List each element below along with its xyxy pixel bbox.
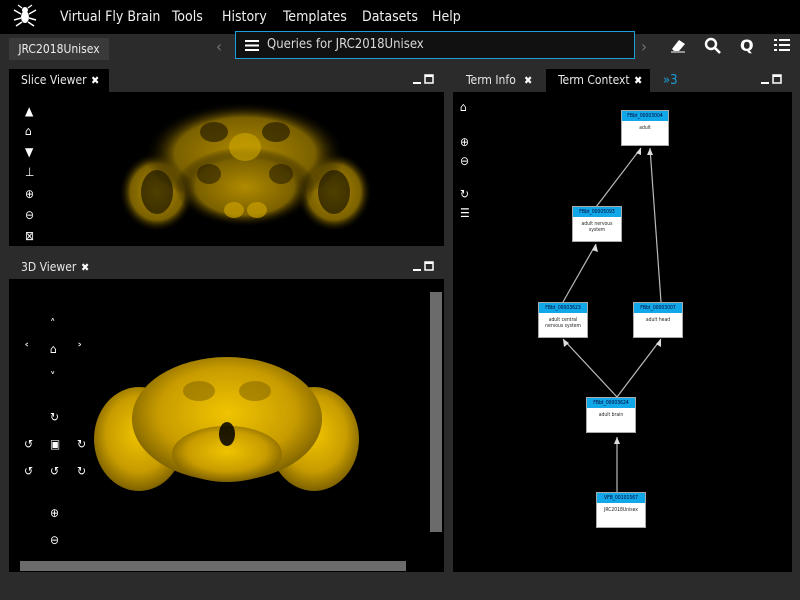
graph-node[interactable]: FBbt_00003624 adult brain <box>586 397 636 433</box>
tab-term-context-label: Term Context <box>558 73 630 87</box>
zoom-in-icon[interactable]: ⊕ <box>25 187 34 201</box>
window-controls[interactable] <box>760 74 782 86</box>
zoom-in-icon[interactable]: ⊕ <box>50 506 59 520</box>
graph-node-label: adult <box>639 125 651 131</box>
rotate-right-icon[interactable]: ↻ <box>77 437 86 451</box>
query-bar-text: Queries for JRC2018Unisex <box>267 37 424 52</box>
graph-node-id: FBbt_00003007 <box>634 303 682 313</box>
home-icon[interactable]: ⌂ <box>460 100 467 114</box>
home-icon[interactable]: ⌂ <box>25 124 32 138</box>
graph-node-label: adult brain <box>598 412 624 418</box>
bottom-strip <box>0 574 800 600</box>
tab-3d-viewer-label: 3D Viewer <box>21 260 77 274</box>
graph-node-label: JRC2018Unisex <box>604 507 638 513</box>
fly-logo-icon[interactable] <box>12 4 38 28</box>
slice-viewer-canvas[interactable] <box>9 92 444 246</box>
close-icon[interactable]: ✖ <box>81 256 89 279</box>
chevron-down-icon[interactable]: ˅ <box>50 370 55 384</box>
search-icon[interactable] <box>703 36 723 54</box>
hamburger-menu-icon[interactable] <box>245 40 259 51</box>
3d-viewer-canvas[interactable] <box>9 279 444 572</box>
close-icon[interactable]: ✖ <box>634 69 642 92</box>
zoom-out-icon[interactable]: ⊖ <box>50 533 59 547</box>
eraser-icon[interactable] <box>668 36 688 54</box>
graph-node-label: adult central nervous system <box>545 317 581 329</box>
brain-3d-render <box>94 357 359 491</box>
horizontal-scrollbar[interactable] <box>20 561 406 571</box>
graph-node[interactable]: FBbt_00003004 adult <box>621 110 669 146</box>
svg-text:Q: Q <box>740 36 754 54</box>
tab-slice-viewer[interactable]: Slice Viewer ✖ <box>9 69 109 92</box>
chevron-right-icon[interactable]: ˃ <box>77 342 82 356</box>
graph-node[interactable]: VFB_00101567 JRC2018Unisex <box>596 492 646 528</box>
brain-slice-image <box>119 102 372 232</box>
graph-node[interactable]: FBbt_00003007 adult head <box>633 302 683 338</box>
graph-node-label: adult nervous system <box>581 221 613 233</box>
tab-overflow[interactable]: »3 <box>663 69 678 92</box>
zoom-in-icon[interactable]: ⊕ <box>460 135 469 149</box>
graph-node-id: VFB_00101567 <box>597 493 645 503</box>
tab-term-info[interactable]: Term Info ✖ <box>454 69 542 92</box>
top-menubar: Virtual Fly Brain Tools History Template… <box>0 0 800 34</box>
graph-node-id: FBbt_00003004 <box>622 111 668 121</box>
zoom-out-icon[interactable]: ⊖ <box>460 154 469 168</box>
slice-toggle-icon[interactable]: ⊠ <box>25 229 34 243</box>
camera-icon[interactable]: ▣ <box>50 437 60 451</box>
window-controls[interactable] <box>412 74 434 86</box>
window-controls[interactable] <box>412 261 434 273</box>
menu-history[interactable]: History <box>222 0 267 34</box>
tab-3d-viewer[interactable]: 3D Viewer ✖ <box>9 256 97 279</box>
menu-datasets[interactable]: Datasets <box>362 0 418 34</box>
rotate-down-left-icon[interactable]: ↺ <box>24 464 33 478</box>
tab-term-context[interactable]: Term Context ✖ <box>546 69 650 92</box>
graph-node-id: FBbt_00003624 <box>587 398 635 408</box>
tab-term-info-label: Term Info <box>466 73 516 87</box>
home-icon[interactable]: ⌂ <box>50 342 57 356</box>
menu-templates[interactable]: Templates <box>283 0 347 34</box>
menu-virtual-fly-brain[interactable]: Virtual Fly Brain <box>60 0 160 34</box>
vertical-scrollbar[interactable] <box>430 292 442 532</box>
rotate-down-icon[interactable]: ↺ <box>50 464 59 478</box>
chevron-up-icon[interactable]: ▲ <box>25 104 33 118</box>
query-icon[interactable]: Q <box>738 36 758 54</box>
hamburger-menu-icon[interactable]: ☰ <box>460 206 470 220</box>
query-bar[interactable]: Queries for JRC2018Unisex <box>235 31 635 59</box>
list-icon[interactable] <box>772 36 792 54</box>
zoom-out-icon[interactable]: ⊖ <box>25 208 34 222</box>
forward-arrow-icon[interactable]: › <box>637 38 651 56</box>
graph-node-id: FBbt_00003623 <box>539 303 587 313</box>
close-icon[interactable]: ✖ <box>524 69 532 92</box>
rotate-left-icon[interactable]: ↺ <box>24 437 33 451</box>
graph-node-label: adult head <box>645 317 671 323</box>
axes-icon[interactable]: ⊥ <box>25 165 34 179</box>
rotate-icon[interactable]: ↻ <box>50 410 59 424</box>
back-arrow-icon[interactable]: ‹ <box>212 38 226 56</box>
graph-node[interactable]: FBbt_00003623 adult central nervous syst… <box>538 302 588 338</box>
rotate-down-right-icon[interactable]: ↻ <box>77 464 86 478</box>
graph-node[interactable]: FBbt_00005093 adult nervous system <box>572 206 622 242</box>
chevron-left-icon[interactable]: ˂ <box>24 342 29 356</box>
close-icon[interactable]: ✖ <box>91 69 99 92</box>
chevron-up-icon[interactable]: ˄ <box>50 317 55 331</box>
tab-slice-viewer-label: Slice Viewer <box>21 73 87 87</box>
chevron-down-icon[interactable]: ▼ <box>25 145 33 159</box>
menu-help[interactable]: Help <box>432 0 461 34</box>
graph-node-id: FBbt_00005093 <box>573 207 621 217</box>
menu-tools[interactable]: Tools <box>172 0 203 34</box>
refresh-icon[interactable]: ↻ <box>460 187 469 201</box>
template-tab[interactable]: JRC2018Unisex <box>9 38 109 60</box>
